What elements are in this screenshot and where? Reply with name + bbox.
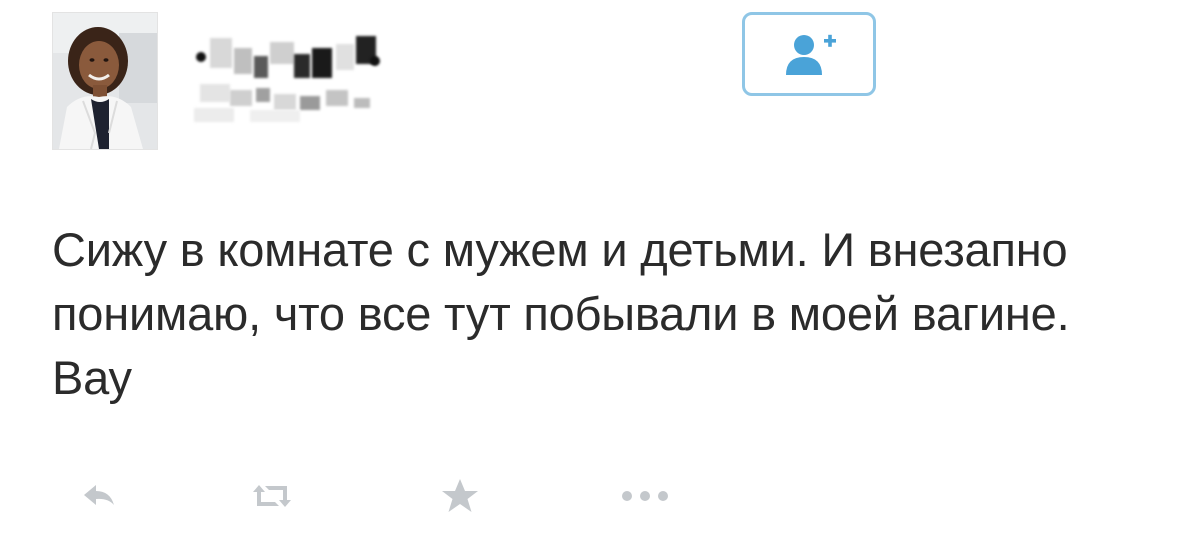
obscured-username (190, 28, 400, 128)
favorite-button[interactable] (430, 468, 490, 524)
tweet-text: Сижу в комнате с мужем и детьми. И внеза… (52, 223, 1070, 404)
retweet-icon (253, 485, 291, 507)
retweet-button[interactable] (242, 468, 302, 524)
avatar[interactable] (52, 12, 158, 150)
reply-button[interactable] (70, 468, 130, 524)
more-button[interactable] (615, 468, 675, 524)
follow-button[interactable] (742, 12, 876, 96)
star-icon (442, 479, 478, 512)
follow-person-plus-icon (786, 34, 836, 75)
reply-icon (84, 485, 114, 505)
ellipsis-icon (622, 491, 668, 501)
avatar-photo (53, 13, 157, 149)
tweet-card: Сижу в комнате с мужем и детьми. И внеза… (0, 0, 1200, 557)
tweet-actions (70, 468, 710, 524)
